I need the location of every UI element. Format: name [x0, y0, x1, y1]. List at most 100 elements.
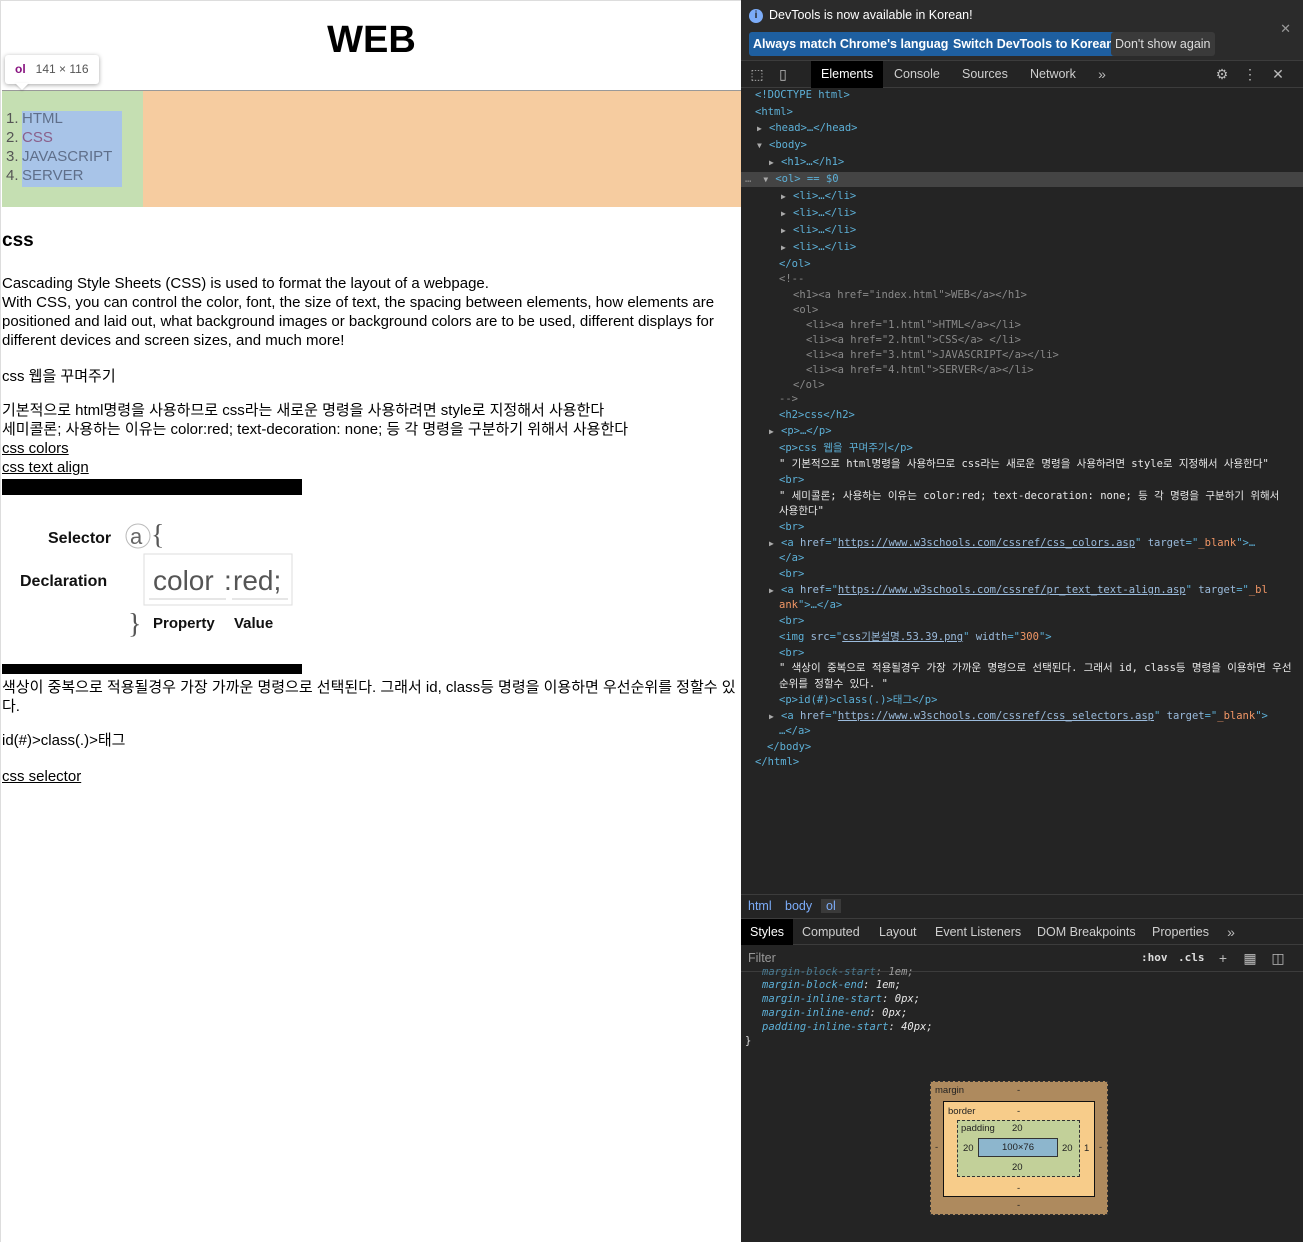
device-toolbar-icon[interactable]: ▯: [775, 66, 791, 82]
dom-line[interactable]: -->: [779, 392, 798, 407]
dom-line[interactable]: </html>: [755, 755, 799, 770]
dom-line[interactable]: </ol>: [779, 257, 811, 272]
tab-event-listeners[interactable]: Event Listeners: [935, 919, 1021, 946]
css-declaration[interactable]: margin-inline-end: 0px;: [762, 1006, 907, 1020]
css-colors-link[interactable]: css colors: [2, 440, 69, 457]
dom-line[interactable]: <ol>: [793, 303, 818, 318]
dom-line[interactable]: ▶ <li>…</li>: [781, 223, 856, 238]
dom-line[interactable]: ▶ <li>…</li>: [781, 240, 856, 255]
margin-left-value[interactable]: -: [935, 1142, 938, 1153]
margin-top-value[interactable]: -: [1017, 1085, 1020, 1096]
paint-brush-icon[interactable]: ▦: [1242, 950, 1258, 966]
nav-link-html[interactable]: HTML: [22, 110, 63, 127]
dom-line[interactable]: ank">…</a>: [779, 598, 842, 613]
dom-line[interactable]: <p>css 웹을 꾸며주기</p>: [779, 441, 913, 456]
border-top-value[interactable]: -: [1017, 1106, 1020, 1117]
dom-line[interactable]: <h2>css</h2>: [779, 408, 855, 423]
nav-link-css[interactable]: CSS: [22, 129, 53, 146]
dom-line[interactable]: ▶ <h1>…</h1>: [769, 155, 844, 170]
dom-line[interactable]: <p>id(#)>class(.)>태그</p>: [779, 693, 937, 708]
dom-line[interactable]: <!DOCTYPE html>: [755, 88, 850, 103]
border-bottom-value[interactable]: -: [1017, 1183, 1020, 1194]
inspect-element-icon[interactable]: ⬚: [749, 66, 765, 82]
dom-line[interactable]: <h1><a href="index.html">WEB</a></h1>: [793, 288, 1027, 303]
dom-line[interactable]: <li><a href="2.html">CSS</a> </li>: [806, 333, 1021, 348]
tab-properties[interactable]: Properties: [1152, 919, 1209, 946]
toggle-sidebar-icon[interactable]: ◫: [1270, 950, 1286, 966]
dom-line[interactable]: </a>: [779, 551, 804, 566]
hov-toggle[interactable]: :hov: [1141, 951, 1168, 964]
css-declaration[interactable]: margin-block-end: 1em;: [762, 978, 901, 992]
tab-dom-breakpoints[interactable]: DOM Breakpoints: [1037, 919, 1136, 946]
tab-console[interactable]: Console: [894, 61, 940, 88]
tab-layout[interactable]: Layout: [879, 919, 917, 946]
dom-line[interactable]: ▶ <a href="https://www.w3schools.com/cssr…: [769, 536, 1255, 551]
new-style-rule-icon[interactable]: +: [1215, 950, 1231, 966]
dont-show-again-button[interactable]: Don't show again: [1111, 32, 1215, 56]
dom-line[interactable]: <br>: [779, 473, 804, 488]
dom-line[interactable]: 사용한다": [779, 504, 824, 519]
more-style-tabs-icon[interactable]: »: [1223, 924, 1239, 940]
switch-to-korean-button[interactable]: Switch DevTools to Korean: [949, 32, 1118, 56]
dom-line[interactable]: <li><a href="3.html">JAVASCRIPT</a></li>: [806, 348, 1059, 363]
tab-elements[interactable]: Elements: [811, 61, 884, 88]
dom-line[interactable]: ▶ <a href="https://www.w3schools.com/cssr…: [769, 709, 1268, 724]
dom-line[interactable]: " 기본적으로 html명령을 사용하므로 css라는 새로운 명령을 사용하려…: [779, 457, 1269, 472]
css-declaration[interactable]: margin-inline-start: 0px;: [762, 992, 920, 1006]
box-content[interactable]: 100×76: [978, 1138, 1058, 1157]
dom-line[interactable]: <br>: [779, 614, 804, 629]
css-declaration[interactable]: padding-inline-start: 40px;: [762, 1020, 933, 1034]
dom-line[interactable]: 순위를 정할수 있다. ": [779, 677, 888, 692]
settings-gear-icon[interactable]: ⚙: [1214, 66, 1230, 82]
tab-network[interactable]: Network: [1030, 61, 1076, 88]
breadcrumb-html[interactable]: html: [748, 899, 772, 913]
padding-right-value[interactable]: 20: [1062, 1143, 1073, 1154]
dom-line[interactable]: <br>: [779, 520, 804, 535]
tab-computed[interactable]: Computed: [802, 919, 860, 946]
tab-styles[interactable]: Styles: [741, 919, 794, 946]
cls-toggle[interactable]: .cls: [1178, 951, 1205, 964]
css-text-align-link[interactable]: css text align: [2, 459, 89, 476]
dom-line[interactable]: ▶ <a href="https://www.w3schools.com/cssr…: [769, 583, 1268, 598]
border-right-value[interactable]: 1: [1084, 1143, 1089, 1154]
dom-line[interactable]: ▶ <p>…</p>: [769, 424, 832, 439]
dom-line[interactable]: </body>: [767, 740, 811, 755]
dom-line[interactable]: ▶ <li>…</li>: [781, 206, 856, 221]
dom-line-selected[interactable]: … ▼ <ol> == $0: [745, 172, 839, 187]
dom-line[interactable]: ▼ <body>: [757, 138, 807, 153]
nav-link-server[interactable]: SERVER: [22, 167, 83, 184]
dom-line[interactable]: <!--: [779, 272, 804, 287]
margin-right-value[interactable]: -: [1099, 1142, 1102, 1153]
dom-line[interactable]: …</a>: [779, 724, 811, 739]
dom-line[interactable]: </ol>: [793, 378, 825, 393]
nav-number: 3.: [6, 148, 19, 165]
dom-line[interactable]: <img src="css기본설명.53.39.png" width="300"…: [779, 630, 1052, 645]
css-declaration[interactable]: margin-block-start: 1em;: [762, 965, 914, 979]
padding-bottom-value[interactable]: 20: [1012, 1162, 1023, 1173]
more-options-icon[interactable]: ⋮: [1242, 66, 1258, 82]
breadcrumb-body[interactable]: body: [785, 899, 812, 913]
filter-input[interactable]: Filter: [748, 951, 776, 965]
dom-line[interactable]: <br>: [779, 567, 804, 582]
dom-line[interactable]: <br>: [779, 646, 804, 661]
dom-line[interactable]: <html>: [755, 105, 793, 120]
breadcrumb-ol[interactable]: ol: [821, 899, 841, 913]
padding-top-value[interactable]: 20: [1012, 1123, 1023, 1134]
tab-sources[interactable]: Sources: [962, 61, 1008, 88]
dom-line[interactable]: <li><a href="1.html">HTML</a></li>: [806, 318, 1021, 333]
close-devtools-icon[interactable]: ✕: [1270, 66, 1286, 82]
expand-triangle-icon: ▶: [769, 712, 774, 721]
nav-link-javascript[interactable]: JAVASCRIPT: [22, 148, 112, 165]
more-tabs-icon[interactable]: »: [1094, 66, 1110, 82]
nav-number: 2.: [6, 129, 19, 146]
always-match-language-button[interactable]: Always match Chrome's language: [749, 32, 960, 56]
margin-bottom-value[interactable]: -: [1017, 1200, 1020, 1211]
dom-line[interactable]: " 색상이 중복으로 적용될경우 가장 가까운 명령으로 선택된다. 그래서 i…: [779, 661, 1291, 676]
dom-line[interactable]: ▶ <head>…</head>: [757, 121, 858, 136]
close-notice-icon[interactable]: ✕: [1280, 21, 1291, 37]
dom-line[interactable]: <li><a href="4.html">SERVER</a></li>: [806, 363, 1034, 378]
padding-left-value[interactable]: 20: [963, 1143, 974, 1154]
dom-line[interactable]: " 세미콜론; 사용하는 이유는 color:red; text-decorat…: [779, 489, 1279, 504]
dom-line[interactable]: ▶ <li>…</li>: [781, 189, 856, 204]
css-selector-link[interactable]: css selector: [2, 768, 81, 785]
